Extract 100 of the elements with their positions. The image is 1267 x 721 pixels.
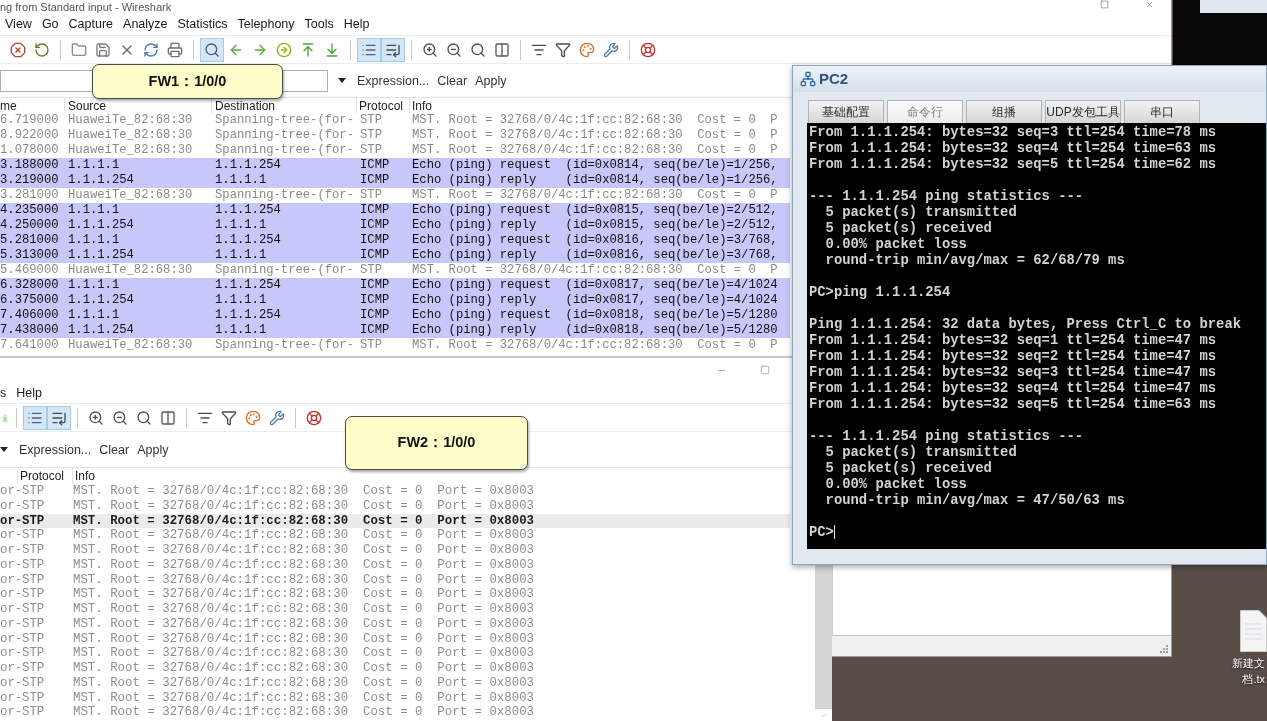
packet-row[interactable]: 7.406000 1.1.1.1 1.1.1.254 ICMP Echo (ping) request (id=0x0818, seq(be/le)=5/1280 bbox=[0, 308, 790, 323]
destination-cell-text: 1.1.1.254 bbox=[214, 203, 282, 218]
destination-cell-text: 1.1.1.1 bbox=[214, 293, 268, 308]
column-header[interactable]: Protocol bbox=[20, 469, 65, 483]
tab[interactable]: UDP发包工具 bbox=[1045, 100, 1121, 123]
folder-icon bbox=[71, 41, 87, 58]
destination-cell: or- bbox=[0, 705, 21, 720]
terminal-screen[interactable] bbox=[807, 123, 1266, 549]
network-icon bbox=[800, 71, 816, 87]
apply-button[interactable]: Apply bbox=[475, 72, 507, 89]
packet-row[interactable]: 4.250000 1.1.1.254 1.1.1.1 ICMP Echo (ping) reply (id=0x0815, seq(be/le)=2/512, bbox=[0, 218, 790, 233]
terminal-line: 5 packet(s) received bbox=[824, 460, 992, 476]
source-cell-text: 1.1.1.1 bbox=[67, 158, 121, 173]
packet-row[interactable]: 3.188000 1.1.1.1 1.1.1.254 ICMP Echo (ping) request (id=0x0814, seq(be/le)=1/256, bbox=[0, 158, 790, 173]
column-header[interactable]: me bbox=[0, 98, 17, 113]
menu-item[interactable]: Capture bbox=[68, 16, 114, 32]
destination-cell: or- bbox=[0, 543, 21, 558]
time-cell-text: 3.281000 bbox=[0, 188, 60, 203]
clear-button[interactable]: Clear bbox=[99, 441, 130, 458]
menu-item[interactable]: Help bbox=[343, 16, 370, 32]
column-header[interactable]: Info bbox=[412, 98, 432, 113]
info-cell: MST. Root = 32768/0/4c:1f:cc:82:68:30 Cost = 0 Port = 0x8003 bbox=[73, 528, 534, 543]
find-button[interactable] bbox=[200, 37, 224, 62]
text-cursor-icon bbox=[833, 525, 835, 539]
column-header[interactable]: Source bbox=[68, 98, 107, 113]
destination-cell: or- bbox=[0, 661, 21, 676]
printer-icon bbox=[167, 41, 183, 58]
colorize-button[interactable] bbox=[357, 37, 381, 62]
info-cell-text: MST. Root = 32768/0/4c:1f:cc:82:68:30 Cost = 0 P bbox=[411, 113, 778, 128]
file-name-label[interactable]: 新建文 档.tx bbox=[1232, 655, 1265, 687]
packet-row[interactable]: 7.438000 1.1.1.254 1.1.1.1 ICMP Echo (ping) reply (id=0x0818, seq(be/le)=5/1280 bbox=[0, 323, 790, 338]
menu-item[interactable]: Go bbox=[41, 16, 59, 32]
packet-row[interactable]: 4.235000 1.1.1.1 1.1.1.254 ICMP Echo (ping) request (id=0x0815, seq(be/le)=2/512, bbox=[0, 203, 790, 218]
terminal-line: 5 packet(s) received bbox=[824, 220, 992, 236]
menu-item[interactable]: Analyze bbox=[123, 16, 168, 32]
protocol-cell-text: STP bbox=[21, 498, 46, 514]
column-header[interactable]: Destination bbox=[215, 98, 276, 113]
search-icon bbox=[204, 41, 220, 58]
caret-down-icon[interactable] bbox=[0, 447, 8, 452]
apply-button[interactable]: Apply bbox=[137, 441, 169, 458]
destination-cell-text: 1.1.1.1 bbox=[214, 248, 268, 263]
resize-grip-icon[interactable] bbox=[1160, 645, 1168, 653]
terminal-line: round-trip min/avg/max = 47/50/63 ms bbox=[824, 492, 1125, 508]
terminal-line: --- 1.1.1.254 ping statistics --- bbox=[809, 428, 1084, 444]
menu-item[interactable]: s bbox=[0, 384, 7, 401]
protocol-cell-text: STP bbox=[21, 616, 46, 632]
info-cell: MST. Root = 32768/0/4c:1f:cc:82:68:30 Cost = 0 Port = 0x8003 bbox=[73, 513, 534, 529]
expression-button[interactable]: Expression... bbox=[19, 441, 92, 458]
protocol-cell-text: ICMP bbox=[359, 158, 391, 173]
auto-scroll-button[interactable] bbox=[381, 37, 405, 62]
destination-cell: or- bbox=[0, 616, 21, 632]
info-cell-text: MST. Root = 32768/0/4c:1f:cc:82:68:30 Cost = 0 P bbox=[411, 263, 778, 278]
protocol-cell-text: STP bbox=[21, 572, 46, 588]
protocol-cell-text: ICMP bbox=[359, 308, 391, 323]
column-header[interactable]: Protocol bbox=[359, 98, 404, 113]
info-cell-text: MST. Root = 32768/0/4c:1f:cc:82:68:30 Cost = 0 P bbox=[411, 338, 778, 353]
tab[interactable]: 基础配置 bbox=[808, 100, 884, 123]
terminal-line: Ping 1.1.1.254: 32 data bytes, Press Ctrl_C to break bbox=[809, 316, 1241, 332]
wrench-icon bbox=[603, 41, 619, 58]
caret-down-icon[interactable] bbox=[338, 78, 346, 83]
colorize-button[interactable] bbox=[23, 405, 47, 430]
menu-item[interactable]: View bbox=[5, 16, 32, 32]
time-cell-text: 3.219000 bbox=[0, 173, 60, 188]
tab[interactable]: 组播 bbox=[966, 100, 1042, 123]
info-cell: MST. Root = 32768/0/4c:1f:cc:82:68:30 Cost = 0 Port = 0x8003 bbox=[73, 484, 534, 499]
info-cell: MST. Root = 32768/0/4c:1f:cc:82:68:30 Cost = 0 Port = 0x8003 bbox=[73, 616, 534, 632]
protocol-cell-text: ICMP bbox=[359, 293, 391, 308]
destination-cell-text: Spanning-tree-(for- bbox=[214, 188, 355, 203]
source-cell-text: HuaweiTe_82:68:30 bbox=[67, 113, 194, 128]
menu-item[interactable]: Telephony bbox=[237, 16, 295, 32]
expression-button[interactable]: Expression... bbox=[357, 72, 430, 89]
close-icon[interactable] bbox=[1145, 0, 1154, 9]
destination-cell-text: 1.1.1.254 bbox=[214, 158, 282, 173]
packet-row[interactable]: 5.281000 1.1.1.1 1.1.1.254 ICMP Echo (ping) request (id=0x0816, seq(be/le)=3/768, bbox=[0, 233, 790, 248]
menu-item[interactable]: Statistics bbox=[177, 16, 228, 32]
packet-row[interactable]: 6.375000 1.1.1.254 1.1.1.1 ICMP Echo (ping) reply (id=0x0817, seq(be/le)=4/1024 bbox=[0, 293, 790, 308]
menu-item[interactable]: Tools bbox=[304, 16, 334, 32]
packet-row[interactable]: 3.219000 1.1.1.254 1.1.1.1 ICMP Echo (ping) reply (id=0x0814, seq(be/le)=1/256, bbox=[0, 173, 790, 188]
tab[interactable]: 串口 bbox=[1124, 100, 1200, 123]
tab[interactable]: 命令行 bbox=[887, 100, 963, 123]
packet-row[interactable]: 5.313000 1.1.1.254 1.1.1.1 ICMP Echo (ping) reply (id=0x0816, seq(be/le)=3/768, bbox=[0, 248, 790, 263]
info-cell: MST. Root = 32768/0/4c:1f:cc:82:68:30 Cost = 0 Port = 0x8003 bbox=[73, 543, 534, 558]
window-title: ng from Standard input - Wireshark bbox=[0, 1, 172, 13]
protocol-cell-text: STP bbox=[359, 143, 383, 158]
lifebuoy-icon bbox=[306, 409, 322, 426]
packet-row[interactable]: 6.328000 1.1.1.1 1.1.1.254 ICMP Echo (ping) request (id=0x0817, seq(be/le)=4/1024 bbox=[0, 278, 790, 293]
time-cell-text: 1.078000 bbox=[0, 143, 60, 158]
auto-scroll-button[interactable] bbox=[47, 405, 71, 430]
protocol-cell-text: ICMP bbox=[359, 173, 391, 188]
source-cell-text: 1.1.1.254 bbox=[67, 323, 135, 338]
source-cell-text: HuaweiTe_82:68:30 bbox=[67, 128, 194, 143]
terminal-line: round-trip min/avg/max = 62/68/79 ms bbox=[824, 252, 1125, 268]
menu-item[interactable]: Help bbox=[16, 384, 42, 401]
info-cell-text: Echo (ping) request (id=0x0814, seq(be/le)=1/256, bbox=[411, 158, 778, 173]
info-cell-text: Echo (ping) request (id=0x0815, seq(be/le)=2/512, bbox=[411, 203, 778, 218]
info-cell-text: Echo (ping) request (id=0x0817, seq(be/le)=4/1024 bbox=[411, 278, 778, 293]
column-header[interactable]: Info bbox=[75, 469, 95, 483]
clear-button[interactable]: Clear bbox=[437, 72, 468, 89]
destination-cell-text: 1.1.1.254 bbox=[214, 308, 282, 323]
text-file-icon[interactable] bbox=[1240, 610, 1267, 652]
